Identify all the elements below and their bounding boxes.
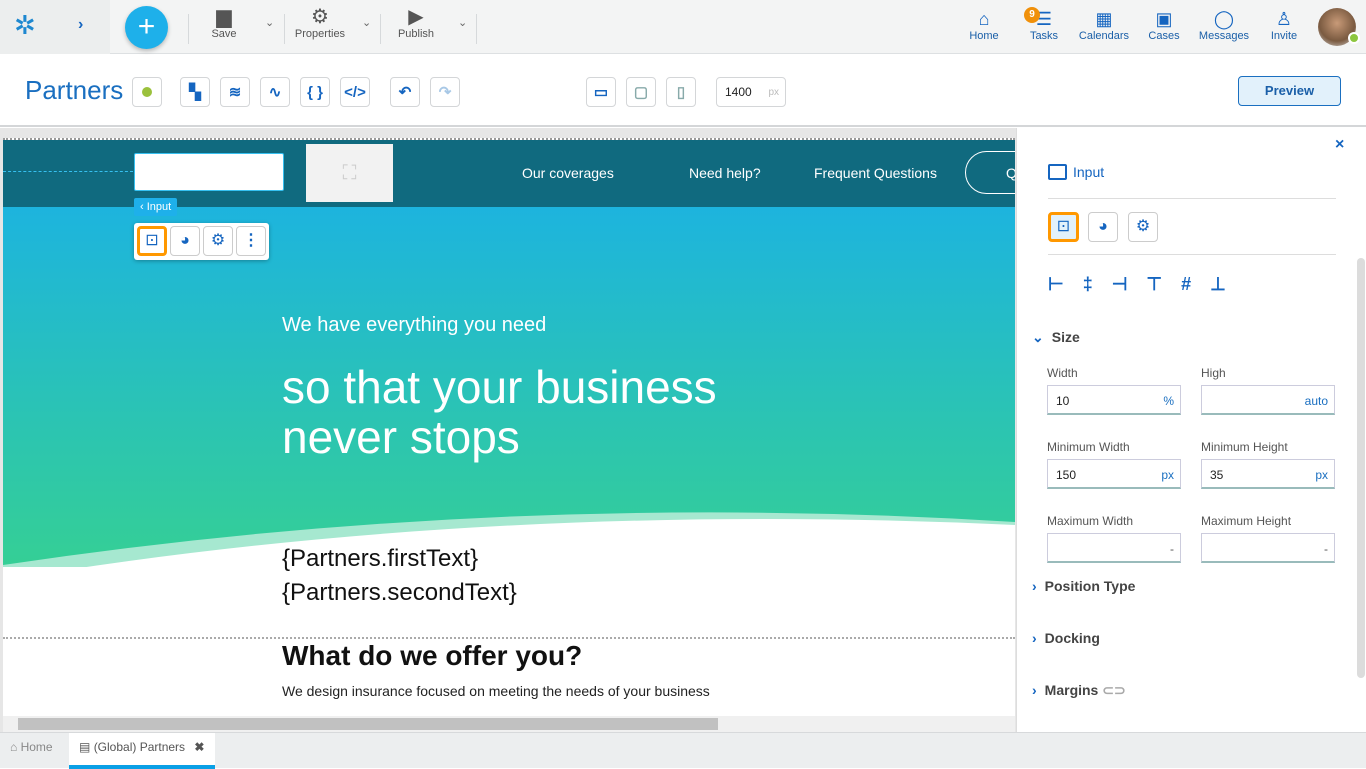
element-toolbar: ⊡ ◕ ⚙ ⋮ — [134, 223, 269, 260]
min-height-field[interactable]: 35 px — [1201, 459, 1335, 489]
offer-text: We design insurance focused on meeting t… — [282, 683, 710, 699]
menu-frequent-questions[interactable]: Frequent Questions — [814, 165, 937, 181]
width-field[interactable]: 10% — [1047, 385, 1181, 415]
redo-icon[interactable]: ↷ — [430, 77, 460, 107]
max-height-field[interactable]: - — [1201, 533, 1335, 563]
align-bottom-icon[interactable]: ⊥ — [1210, 274, 1226, 295]
save-icon: ▆ — [216, 6, 232, 28]
hero-subtitle: We have everything you need — [282, 314, 547, 336]
logo-icon[interactable]: ✲ — [14, 10, 36, 41]
page-canvas[interactable]: ⛶ Our coverages Need help? Frequent Ques… — [3, 138, 1015, 716]
mobile-view-icon[interactable]: ▯ — [666, 77, 696, 107]
offer-title: What do we offer you? — [282, 640, 583, 671]
home-icon: ⌂ — [978, 9, 990, 29]
preview-button[interactable]: Preview — [1238, 76, 1341, 106]
flow-icon[interactable]: ∿ — [260, 77, 290, 107]
top-bar: ✲ › + ▆ Save ⌄ ⚙ Properties ⌄ ▶ Publish ⌄ ⌂… — [0, 0, 1366, 54]
horizontal-scrollbar[interactable] — [3, 716, 1015, 732]
input-tag[interactable]: ‹ Input — [134, 198, 178, 216]
home-icon: ⌂ — [10, 740, 18, 754]
size-position-icon[interactable]: ⊡ — [137, 226, 167, 256]
nav-tasks[interactable]: ☰ Tasks 9 — [1014, 7, 1074, 42]
add-button[interactable]: + — [125, 6, 168, 49]
margins-section[interactable]: › Margins ⊂⊃ — [1032, 682, 1126, 699]
alignment-buttons: ⊢ ‡ ⊣ ⊤ # ⊥ — [1048, 274, 1226, 295]
chevron-down-icon: ⌄ — [1032, 329, 1044, 345]
chevron-right-icon: › — [1032, 630, 1037, 646]
nav-calendars[interactable]: ▦ Calendars — [1074, 8, 1134, 42]
close-panel-icon[interactable]: × — [1335, 136, 1344, 154]
style-tab-icon[interactable]: ◕ — [1088, 212, 1118, 242]
bottom-tabs: ⌂ Home ▤ (Global) Partners ✖ — [0, 732, 1366, 769]
align-middle-icon[interactable]: # — [1181, 274, 1191, 295]
align-top-icon[interactable]: ⊤ — [1146, 274, 1162, 295]
high-field[interactable]: auto — [1201, 385, 1335, 415]
desktop-view-icon[interactable]: ▭ — [586, 77, 616, 107]
docking-section[interactable]: › Docking — [1032, 630, 1100, 646]
advanced-tab-icon[interactable]: ⚙ — [1128, 212, 1158, 242]
image-placeholder-icon[interactable]: ⛶ — [306, 144, 393, 202]
braces-icon[interactable]: { } — [300, 77, 330, 107]
publish-button[interactable]: ▶ Publish — [393, 6, 439, 40]
nav-home[interactable]: ⌂ Home — [954, 8, 1014, 42]
menu-need-help[interactable]: Need help? — [689, 165, 761, 181]
palette-icon[interactable]: ◕ — [170, 226, 200, 256]
partners-text: {Partners.firstText} {Partners.secondText… — [282, 545, 517, 606]
align-right-icon[interactable]: ⊣ — [1112, 274, 1128, 295]
selected-input[interactable] — [134, 153, 284, 191]
align-center-icon[interactable]: ‡ — [1083, 274, 1093, 295]
hero-title: so that your business never stops — [282, 361, 717, 463]
nav-invite[interactable]: ♙ Invite — [1254, 8, 1314, 42]
chevron-right-icon: › — [1032, 682, 1037, 698]
position-type-section[interactable]: › Position Type — [1032, 578, 1135, 594]
header-cta-button[interactable]: Q — [965, 151, 1015, 194]
status-button[interactable] — [132, 77, 162, 107]
nav-cases[interactable]: ▣ Cases — [1134, 8, 1194, 42]
chevron-right-icon: › — [1032, 578, 1037, 594]
properties-button[interactable]: ⚙ Properties — [290, 6, 350, 40]
size-section[interactable]: ⌄ Size — [1032, 329, 1080, 346]
min-width-field[interactable]: 150 px — [1047, 459, 1181, 489]
panel-title: Input — [1073, 164, 1105, 180]
page-icon: ▤ — [79, 740, 91, 754]
components-icon[interactable]: ▚ — [180, 77, 210, 107]
save-button[interactable]: ▆ Save — [205, 6, 243, 40]
page-title: Partners — [25, 75, 124, 105]
close-tab-icon[interactable]: ✖ — [194, 740, 204, 754]
site-header: ⛶ Our coverages Need help? Frequent Ques… — [3, 140, 1015, 207]
gear-icon: ⚙ — [311, 6, 329, 28]
align-left-icon[interactable]: ⊢ — [1048, 274, 1064, 295]
tab-home[interactable]: ⌂ Home — [10, 740, 53, 754]
status-dot-icon — [142, 87, 152, 97]
max-width-field[interactable]: - — [1047, 533, 1181, 563]
input-type-icon — [1048, 164, 1067, 180]
publish-dropdown-icon[interactable]: ⌄ — [458, 16, 467, 29]
tasks-badge: 9 — [1024, 7, 1040, 23]
code-icon[interactable]: </> — [340, 77, 370, 107]
menu-our-coverages[interactable]: Our coverages — [522, 165, 614, 181]
logo-area: ✲ › — [0, 0, 110, 54]
save-dropdown-icon[interactable]: ⌄ — [265, 16, 274, 29]
nav-messages[interactable]: ◯ Messages — [1194, 8, 1254, 42]
undo-icon[interactable]: ↶ — [390, 77, 420, 107]
more-icon[interactable]: ⋮ — [236, 226, 266, 256]
size-tab-icon[interactable]: ⊡ — [1048, 212, 1079, 242]
advanced-gear-icon[interactable]: ⚙ — [203, 226, 233, 256]
calendar-icon: ▦ — [1095, 9, 1113, 29]
tablet-view-icon[interactable]: ▢ — [626, 77, 656, 107]
briefcase-icon: ▣ — [1155, 9, 1173, 29]
expand-chevron-icon[interactable]: › — [78, 16, 83, 34]
online-status-dot — [1348, 32, 1360, 44]
width-input[interactable]: 1400 px — [716, 77, 786, 107]
properties-dropdown-icon[interactable]: ⌄ — [362, 16, 371, 29]
link-icon: ⊂⊃ — [1102, 682, 1126, 698]
play-icon: ▶ — [408, 6, 424, 28]
tab-partners[interactable]: ▤ (Global) Partners ✖ — [69, 733, 215, 769]
tasks-icon: ☰ — [1035, 9, 1053, 29]
message-icon: ◯ — [1213, 9, 1235, 29]
invite-icon: ♙ — [1275, 9, 1293, 29]
panel-scrollbar[interactable] — [1357, 258, 1365, 678]
layers-icon[interactable]: ≋ — [220, 77, 250, 107]
